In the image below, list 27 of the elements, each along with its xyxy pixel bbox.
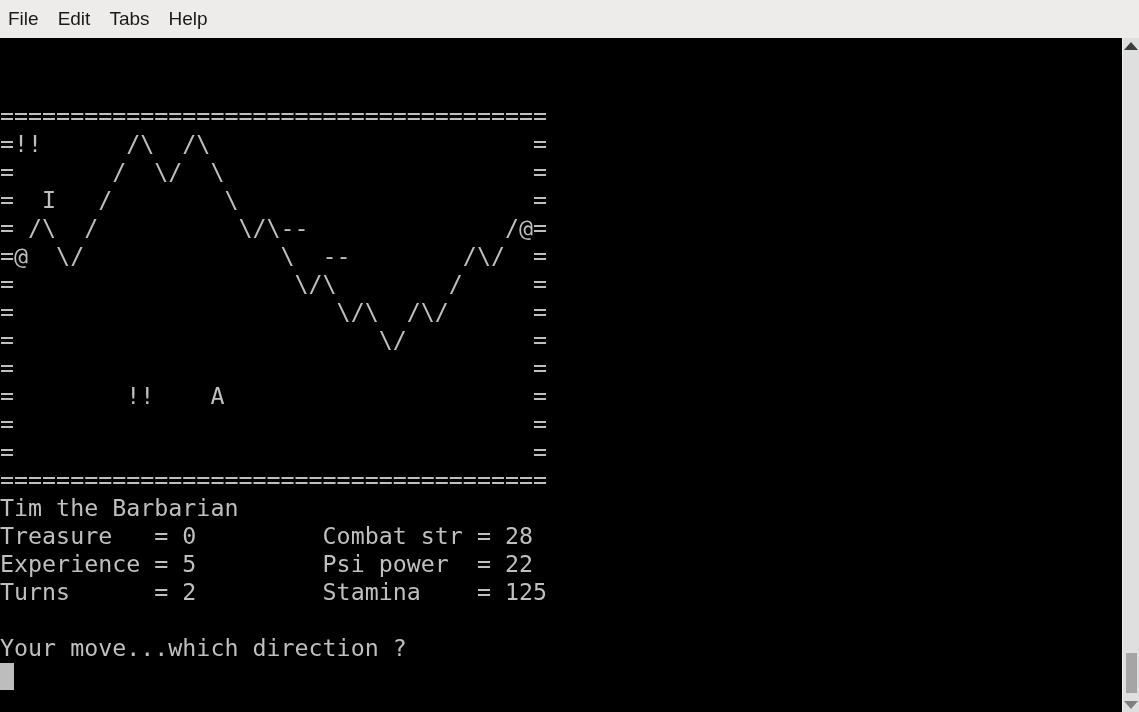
terminal-line: Experience = 5 Psi power = 22: [0, 550, 533, 578]
terminal-line: = !! A =: [0, 382, 547, 410]
terminal-line: = =: [0, 438, 547, 466]
scrollbar-thumb[interactable]: [1125, 653, 1137, 693]
terminal-line: = /\ / \/\-- /@=: [0, 214, 547, 242]
scroll-up-icon[interactable]: [1124, 42, 1138, 50]
terminal-line: Turns = 2 Stamina = 125: [0, 578, 547, 606]
terminal-line: = =: [0, 354, 547, 382]
terminal-line: Your move...which direction ?: [0, 634, 407, 662]
terminal-line: = \/ =: [0, 326, 547, 354]
menu-item[interactable]: Tabs: [109, 8, 150, 30]
terminal-line: =@ \/ \ -- /\/ =: [0, 242, 547, 270]
terminal-line: = / \/ \ =: [0, 158, 547, 186]
terminal-line: = =: [0, 410, 547, 438]
terminal-line: Tim the Barbarian: [0, 494, 239, 522]
terminal-line: =!! /\ /\ =: [0, 130, 547, 158]
menu-item[interactable]: Edit: [57, 8, 91, 30]
scroll-down-icon[interactable]: [1124, 701, 1138, 709]
terminal-line: = I / \ =: [0, 186, 547, 214]
terminal-line: Treasure = 0 Combat str = 28: [0, 522, 533, 550]
scrollbar[interactable]: [1122, 38, 1139, 712]
terminal-line: = \/\ / =: [0, 270, 547, 298]
terminal-line: =======================================: [0, 466, 547, 494]
menu-item[interactable]: File: [8, 8, 39, 30]
menu-item[interactable]: Help: [168, 8, 208, 30]
terminal-line: = \/\ /\/ =: [0, 298, 547, 326]
terminal-line: =======================================: [0, 102, 547, 130]
